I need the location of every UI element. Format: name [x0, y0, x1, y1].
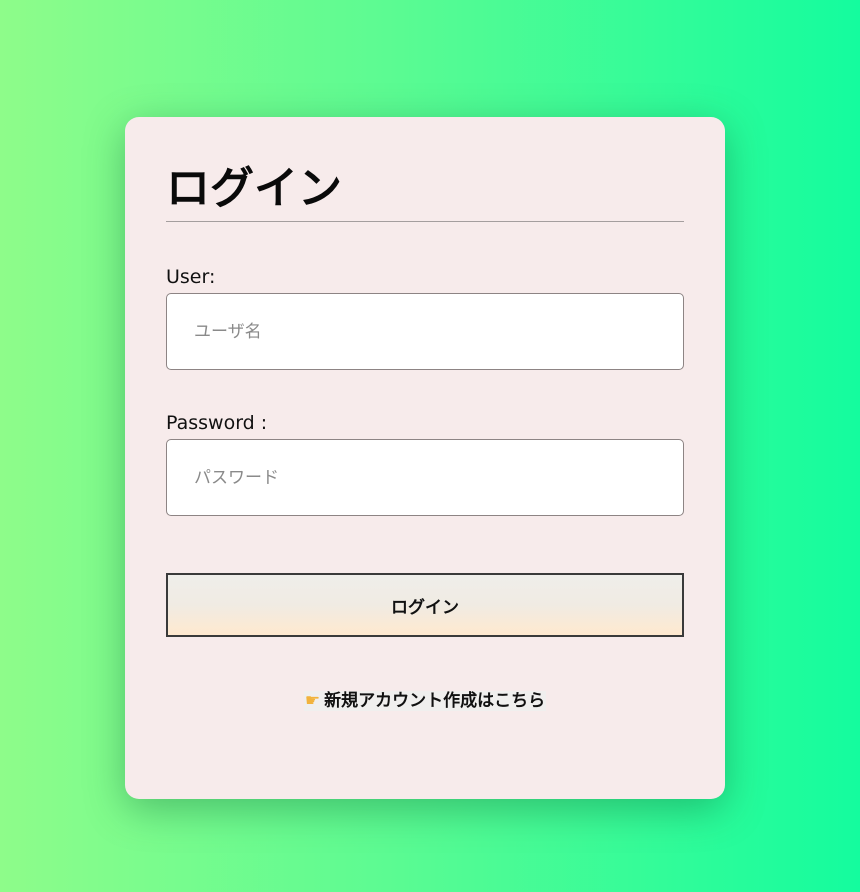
- username-input[interactable]: [166, 293, 684, 370]
- title-divider: [166, 221, 684, 222]
- pointing-hand-icon: ☛: [304, 691, 321, 711]
- password-input[interactable]: [166, 439, 684, 516]
- register-link[interactable]: ☛ 新規アカウント作成はこちら: [303, 691, 547, 711]
- page-title: ログイン: [166, 163, 342, 214]
- user-label: User:: [166, 266, 216, 288]
- register-link-label: 新規アカウント作成はこちら: [324, 691, 546, 711]
- login-card: ログイン User: Password : ログイン ☛新規アカウント作成はこち…: [125, 117, 725, 799]
- login-button[interactable]: ログイン: [166, 573, 684, 637]
- password-label: Password :: [166, 412, 268, 434]
- register-row: ☛ 新規アカウント作成はこちら: [125, 689, 725, 713]
